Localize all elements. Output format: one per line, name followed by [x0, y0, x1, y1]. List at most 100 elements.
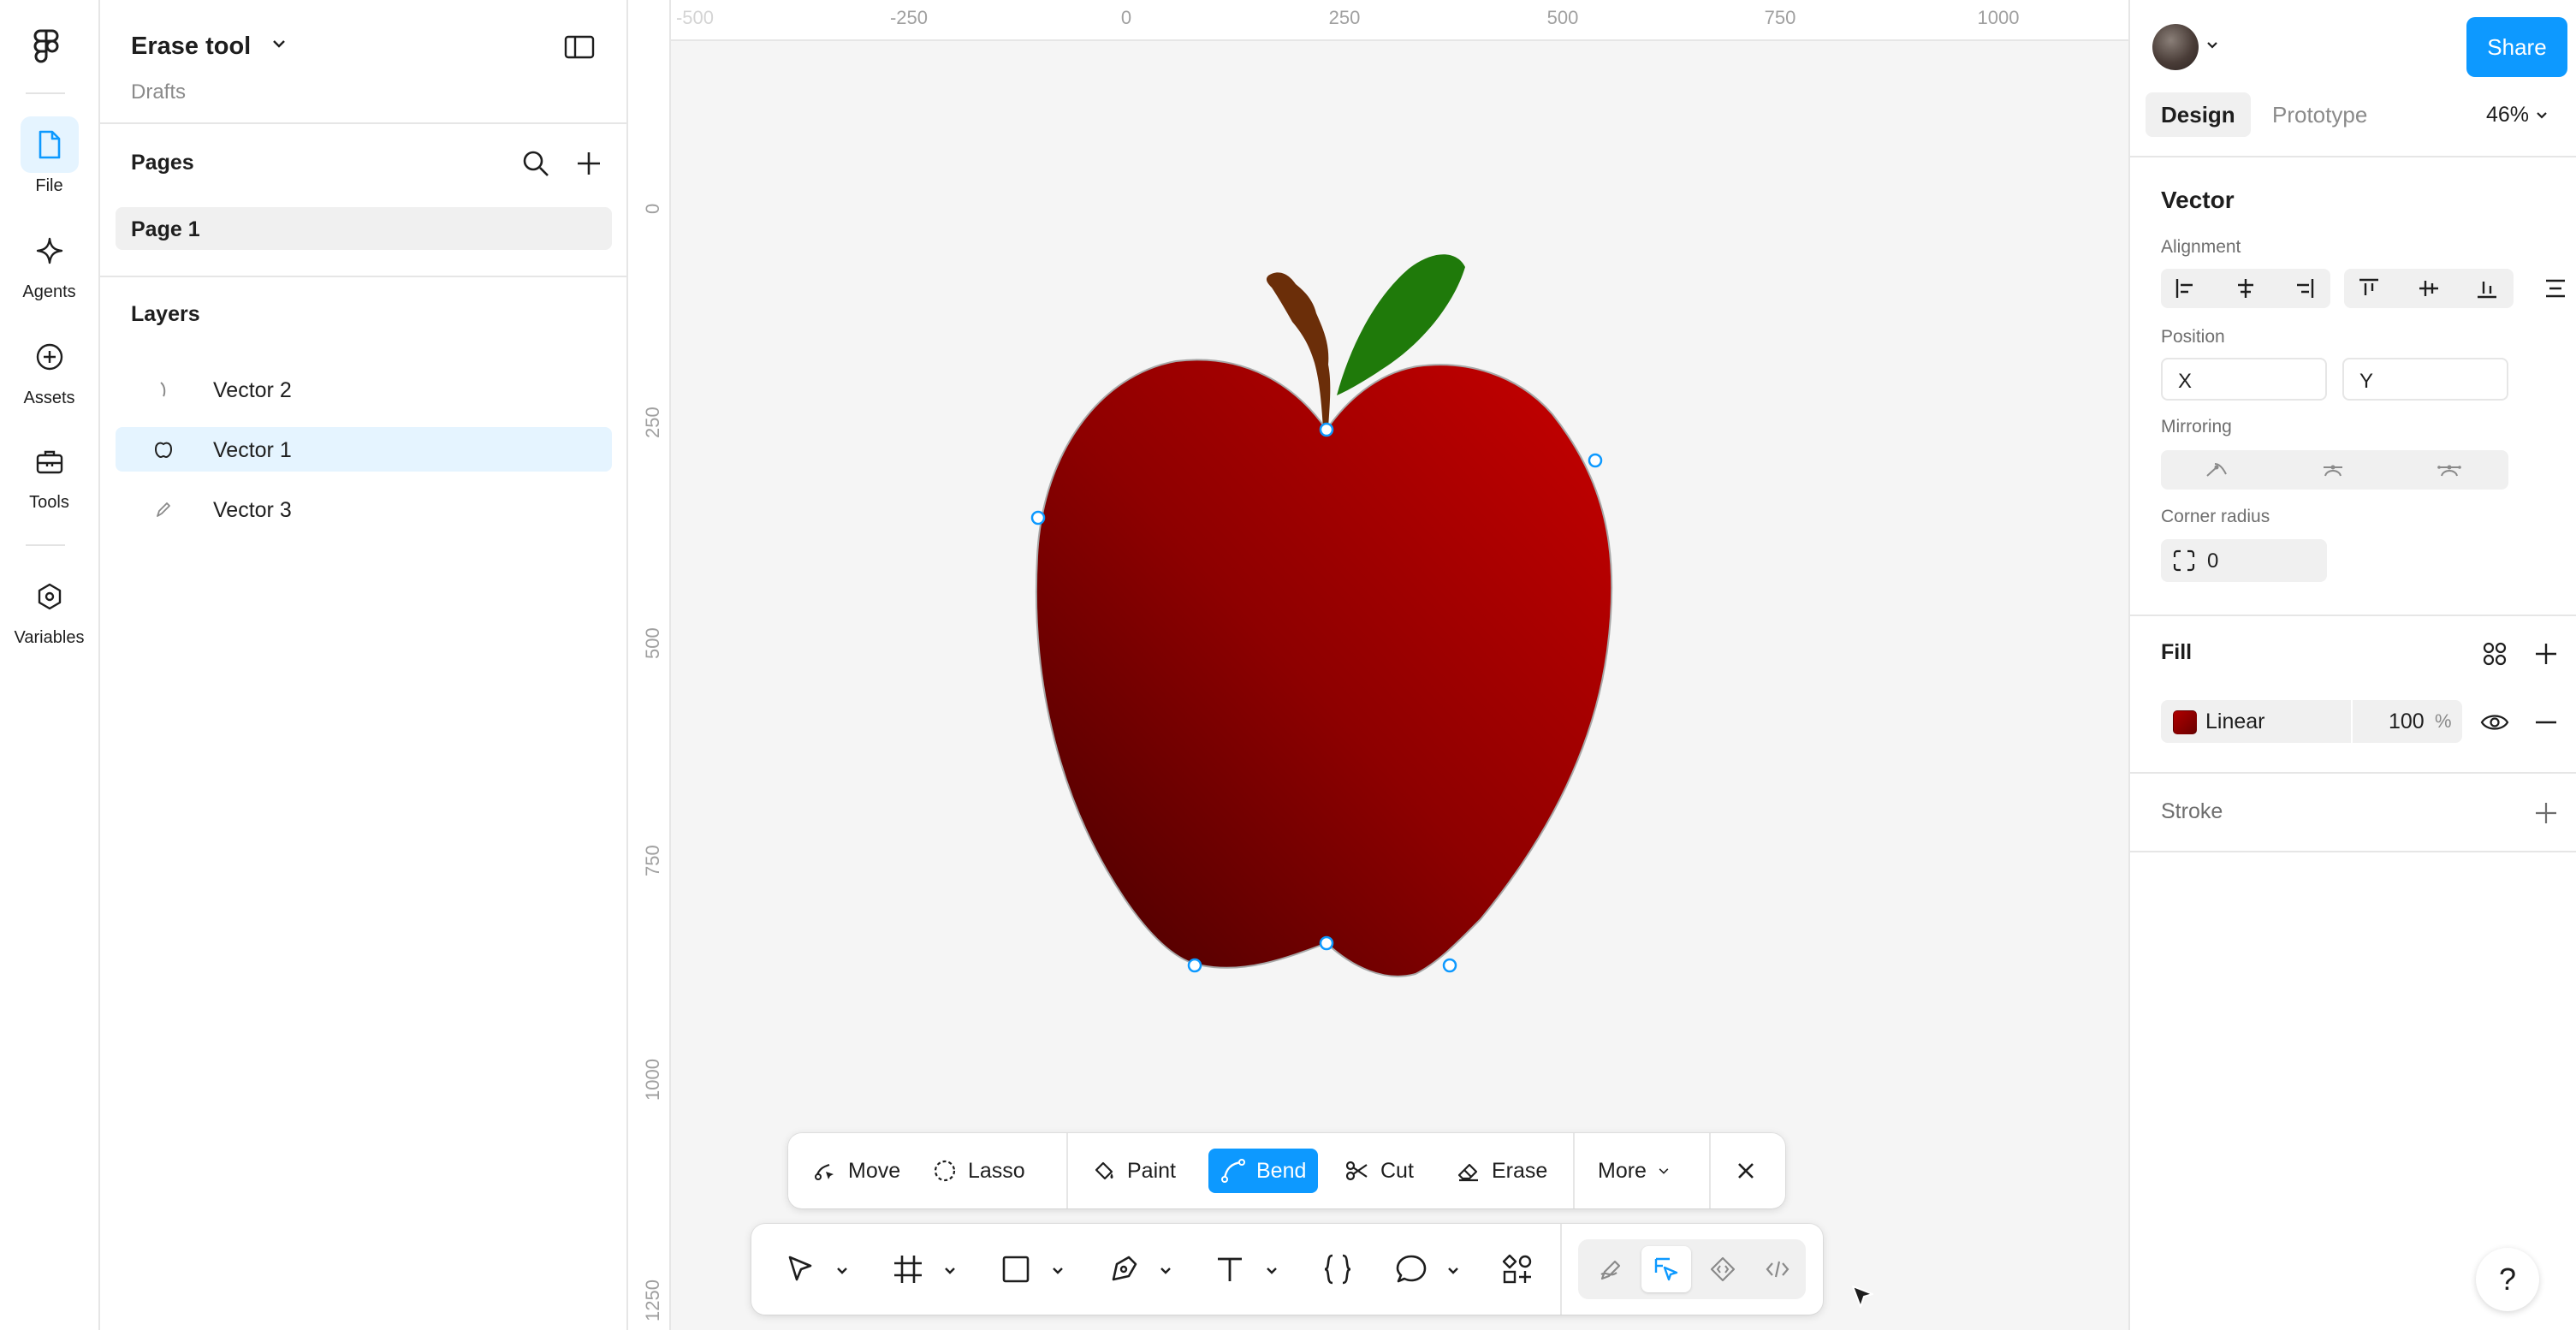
align-left-icon[interactable] — [2173, 276, 2199, 301]
file-title[interactable]: Erase tool — [131, 33, 251, 61]
tab-prototype[interactable]: Prototype — [2257, 92, 2383, 137]
remove-fill-button[interactable] — [2529, 705, 2563, 739]
chevron-down-icon[interactable] — [1263, 1262, 1280, 1279]
rail-item-agents[interactable]: Agents — [0, 223, 98, 302]
erase-button[interactable]: Erase — [1444, 1149, 1559, 1193]
mirror-angle-length-icon[interactable] — [2437, 457, 2462, 483]
file-location[interactable]: Drafts — [131, 80, 186, 104]
corner-radius-field[interactable]: 0 — [2161, 539, 2327, 582]
fill-opacity-unit: % — [2435, 710, 2452, 732]
cut-label: Cut — [1380, 1158, 1414, 1183]
chevron-down-icon[interactable] — [1157, 1262, 1174, 1279]
sidebar-toggle-icon[interactable] — [564, 34, 595, 60]
canvas[interactable]: -500 -250 0 250 500 750 1000 0 250 500 7… — [628, 0, 2128, 1330]
add-fill-button[interactable] — [2529, 637, 2563, 671]
mirror-angle-icon[interactable] — [2320, 457, 2346, 483]
rail-item-variables[interactable]: Variables — [0, 568, 98, 648]
layer-row[interactable]: Vector 2 — [116, 367, 612, 412]
toggle-fill-visibility-button[interactable] — [2478, 705, 2512, 739]
user-avatar[interactable] — [2152, 24, 2199, 70]
align-right-icon[interactable] — [2291, 276, 2317, 301]
bend-button[interactable]: Bend — [1208, 1149, 1319, 1193]
y-position-field[interactable]: Y — [2342, 358, 2508, 401]
rail-item-file[interactable]: File — [0, 116, 98, 196]
align-bottom-icon[interactable] — [2474, 276, 2500, 301]
code-mode-button[interactable] — [1753, 1246, 1802, 1292]
zoom-value: 46% — [2486, 103, 2530, 127]
selection-type-title: Vector — [2161, 187, 2235, 213]
anchor-point[interactable] — [1319, 422, 1334, 437]
comment-tool-button[interactable] — [1388, 1246, 1434, 1292]
align-top-icon[interactable] — [2356, 276, 2382, 301]
vector-path-icon — [160, 382, 166, 397]
bend-icon — [1221, 1159, 1245, 1183]
toolbar-divider — [1573, 1133, 1575, 1208]
text-t-icon — [1218, 1257, 1242, 1281]
rail-divider — [26, 92, 65, 94]
chevron-down-icon[interactable] — [2205, 39, 2219, 51]
anchor-point[interactable] — [1442, 958, 1457, 973]
search-icon[interactable] — [521, 149, 550, 178]
page-item[interactable]: Page 1 — [116, 207, 612, 250]
fill-styles-button[interactable] — [2478, 637, 2512, 671]
add-stroke-button[interactable] — [2529, 796, 2563, 830]
help-button[interactable]: ? — [2476, 1248, 2539, 1311]
move-button[interactable]: Move — [800, 1149, 912, 1193]
align-center-icon[interactable] — [2233, 276, 2258, 301]
anchor-point[interactable] — [1030, 510, 1046, 525]
anchor-point[interactable] — [1588, 453, 1603, 468]
stroke-title: Stroke — [2161, 799, 2223, 823]
rail-label: Agents — [22, 282, 76, 301]
dev-component-mode-button[interactable] — [1698, 1246, 1748, 1292]
more-label: More — [1598, 1158, 1647, 1183]
align-middle-icon[interactable] — [2416, 276, 2442, 301]
add-page-icon[interactable] — [574, 149, 603, 178]
rail-item-tools[interactable]: Tools — [0, 433, 98, 513]
anchor-point[interactable] — [1319, 935, 1334, 951]
cut-button[interactable]: Cut — [1333, 1149, 1426, 1193]
chevron-down-icon[interactable] — [1445, 1262, 1462, 1279]
fill-opacity-input[interactable]: 100 — [2389, 710, 2425, 734]
move-path-icon — [815, 1163, 834, 1180]
rail-item-assets[interactable]: Assets — [0, 329, 98, 408]
lasso-button[interactable]: Lasso — [920, 1149, 1037, 1193]
main-toolbar — [751, 1224, 1823, 1315]
figma-logo-icon[interactable] — [29, 27, 63, 67]
pen-tool-button[interactable] — [1101, 1246, 1147, 1292]
layer-row[interactable]: Vector 1 — [116, 427, 612, 472]
design-mode-button[interactable] — [1641, 1246, 1691, 1292]
sparkle-icon — [21, 223, 79, 279]
chevron-down-icon — [1659, 1168, 1669, 1174]
zoom-level[interactable]: 46% — [2486, 103, 2549, 128]
share-button[interactable]: Share — [2466, 17, 2567, 77]
mirror-none-icon[interactable] — [2204, 457, 2229, 483]
layers-title: Layers — [131, 302, 200, 326]
fill-row[interactable]: Linear 100 % — [2161, 700, 2462, 743]
fill-color-swatch[interactable] — [2173, 710, 2197, 734]
code-brackets-tool-button[interactable] — [1315, 1246, 1361, 1292]
apple-body[interactable] — [1035, 359, 1613, 977]
paint-button[interactable]: Paint — [1079, 1149, 1188, 1193]
text-tool-button[interactable] — [1207, 1246, 1253, 1292]
distribute-icon[interactable] — [2543, 276, 2568, 301]
actions-tool-button[interactable] — [1494, 1246, 1540, 1292]
rectangle-tool-button[interactable] — [993, 1246, 1039, 1292]
anchor-point[interactable] — [1187, 958, 1202, 973]
minus-icon — [2536, 721, 2556, 724]
tab-design[interactable]: Design — [2146, 92, 2251, 137]
close-icon — [1738, 1163, 1754, 1179]
layer-row[interactable]: Vector 3 — [116, 487, 612, 531]
chevron-down-icon[interactable] — [271, 38, 287, 50]
close-edit-button[interactable] — [1721, 1149, 1771, 1193]
move-tool-button[interactable] — [777, 1246, 823, 1292]
eraser-icon — [1457, 1163, 1478, 1182]
x-position-field[interactable]: X — [2161, 358, 2327, 401]
apple-artwork[interactable] — [628, 0, 2128, 1330]
chevron-down-icon[interactable] — [834, 1262, 851, 1279]
chevron-down-icon[interactable] — [941, 1262, 959, 1279]
layer-label: Vector 2 — [213, 378, 292, 402]
draw-mode-button[interactable] — [1587, 1246, 1636, 1292]
frame-tool-button[interactable] — [885, 1246, 931, 1292]
chevron-down-icon[interactable] — [1049, 1262, 1066, 1279]
more-button[interactable]: More — [1586, 1149, 1683, 1193]
